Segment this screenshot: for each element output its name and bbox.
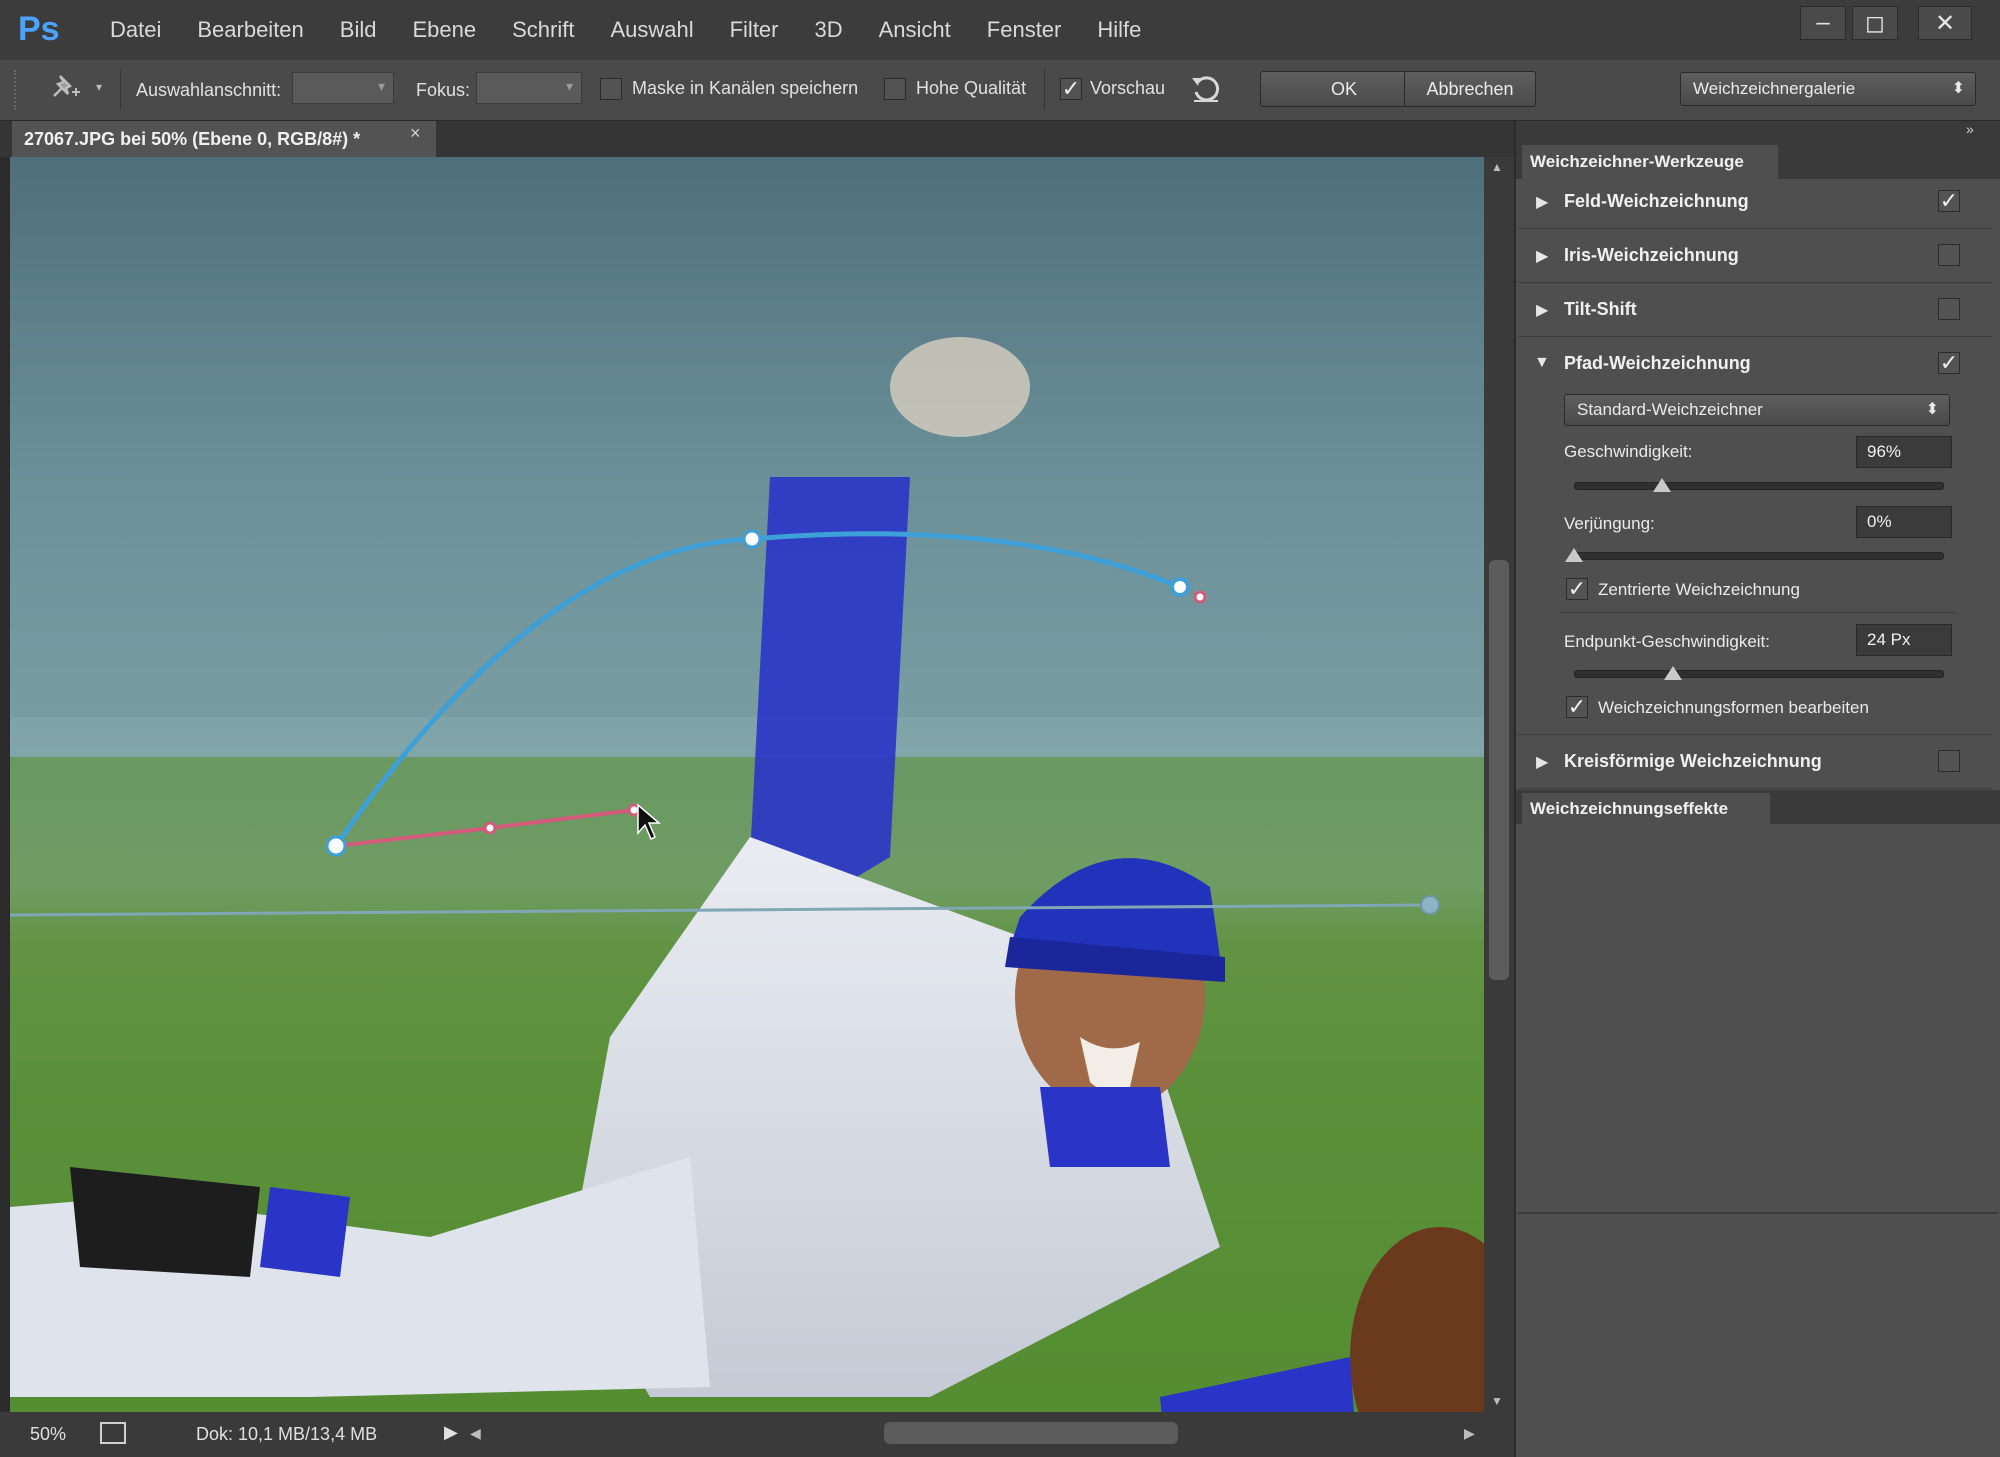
- scroll-left-icon[interactable]: ◀: [470, 1425, 481, 1442]
- tool-label: Iris-Weichzeichnung: [1564, 245, 1739, 265]
- path-blur-checkbox[interactable]: ✓: [1938, 350, 1960, 375]
- menu-ebene[interactable]: Ebene: [394, 0, 494, 60]
- tool-row-tilt-shift[interactable]: ▶ Tilt-Shift: [1518, 284, 1992, 337]
- endpoint-speed-label: Endpunkt-Geschwindigkeit:: [1564, 632, 1771, 651]
- divider: [120, 70, 121, 110]
- mask-label: Maske in Kanälen speichern: [632, 78, 859, 98]
- tool-row-iris-blur[interactable]: ▶ Iris-Weichzeichnung: [1518, 230, 1992, 283]
- menu-filter[interactable]: Filter: [712, 0, 797, 60]
- menu-datei[interactable]: Datei: [92, 0, 179, 60]
- expand-triangle-icon[interactable]: ▶: [1536, 192, 1548, 212]
- iris-blur-checkbox[interactable]: [1938, 244, 1960, 266]
- minimize-button[interactable]: –: [1800, 6, 1846, 40]
- mask-checkbox[interactable]: [600, 78, 622, 100]
- menu-auswahl[interactable]: Auswahl: [592, 0, 711, 60]
- spin-blur-checkbox[interactable]: [1938, 750, 1960, 772]
- scroll-right-icon[interactable]: ▶: [1464, 1425, 1475, 1442]
- pin-icon[interactable]: [44, 68, 84, 108]
- tool-preset-chevron-icon[interactable]: ▾: [96, 80, 102, 94]
- speed-label: Geschwindigkeit:: [1564, 442, 1693, 461]
- panel-top-strip: [1516, 121, 2000, 145]
- workspace-select[interactable]: Weichzeichnergalerie ⬍: [1680, 72, 1976, 106]
- expand-triangle-icon[interactable]: ▶: [1536, 752, 1548, 772]
- effects-header-tab[interactable]: Weichzeichnungseffekte: [1522, 793, 1770, 827]
- edit-shapes-checkbox[interactable]: ✓: [1566, 694, 1588, 719]
- selection-dropdown[interactable]: ▾: [292, 72, 394, 104]
- updown-arrows-icon: ⬍: [1925, 401, 1939, 418]
- tool-label: Feld-Weichzeichnung: [1564, 191, 1749, 211]
- expand-triangle-icon[interactable]: ▶: [1536, 246, 1548, 266]
- app-logo: Ps: [18, 10, 60, 48]
- tilt-shift-checkbox[interactable]: [1938, 298, 1960, 320]
- document-title: 27067.JPG bei 50% (Ebene 0, RGB/8#) *: [24, 128, 361, 149]
- toolbar-grip[interactable]: [14, 70, 20, 110]
- blur-mode-select[interactable]: Standard-Weichzeichner ⬍: [1564, 394, 1950, 426]
- speed-field[interactable]: 96%: [1856, 436, 1952, 468]
- focus-dropdown[interactable]: ▾: [476, 72, 582, 104]
- main-menu: Datei Bearbeiten Bild Ebene Schrift Ausw…: [92, 0, 1159, 60]
- document-tab[interactable]: 27067.JPG bei 50% (Ebene 0, RGB/8#) *: [12, 121, 436, 157]
- endpoint-speed-field[interactable]: 24 Px: [1856, 624, 1952, 656]
- taper-slider-handle[interactable]: [1565, 548, 1583, 562]
- speed-slider-handle[interactable]: [1653, 478, 1672, 492]
- tool-row-spin-blur[interactable]: ▶ Kreisförmige Weichzeichnung: [1518, 736, 1992, 789]
- taper-slider-track[interactable]: [1574, 552, 1944, 560]
- tools-header-tab[interactable]: Weichzeichner-Werkzeuge: [1522, 145, 1778, 179]
- tool-row-field-blur[interactable]: ▶ Feld-Weichzeichnung ✓: [1518, 176, 1992, 229]
- ok-button[interactable]: OK: [1260, 71, 1428, 107]
- preview-checkbox[interactable]: ✓: [1060, 76, 1082, 101]
- tool-row-path-blur[interactable]: ▼ Pfad-Weichzeichnung ✓: [1518, 338, 1992, 390]
- field-blur-checkbox[interactable]: ✓: [1938, 188, 1960, 213]
- image-canvas[interactable]: [10, 157, 1484, 1412]
- taper-label: Verjüngung:: [1564, 514, 1655, 533]
- close-window-button[interactable]: ✕: [1918, 6, 1972, 40]
- cancel-button[interactable]: Abbrechen: [1404, 71, 1536, 107]
- blur-mode-value: Standard-Weichzeichner: [1577, 400, 1763, 419]
- menu-hilfe[interactable]: Hilfe: [1079, 0, 1159, 60]
- workspace-select-value: Weichzeichnergalerie: [1693, 79, 1856, 98]
- divider: [1518, 1212, 1998, 1214]
- menu-bild[interactable]: Bild: [322, 0, 395, 60]
- status-menu-arrow-icon[interactable]: ▶: [444, 1422, 458, 1443]
- zoom-level[interactable]: 50%: [30, 1412, 66, 1457]
- centered-blur-label: Zentrierte Weichzeichnung: [1598, 580, 1800, 599]
- expand-triangle-icon[interactable]: ▶: [1536, 300, 1548, 320]
- tool-label: Tilt-Shift: [1564, 299, 1637, 319]
- updown-arrows-icon: ⬍: [1951, 80, 1965, 97]
- quality-label: Hohe Qualität: [916, 78, 1027, 98]
- quality-checkbox[interactable]: [884, 78, 906, 100]
- divider: [1518, 734, 1992, 735]
- menu-schrift[interactable]: Schrift: [494, 0, 592, 60]
- speed-slider-track[interactable]: [1574, 482, 1944, 490]
- maximize-button[interactable]: ◻: [1852, 6, 1898, 40]
- focus-label: Fokus:: [416, 80, 471, 100]
- close-icon[interactable]: ×: [410, 123, 421, 144]
- export-icon[interactable]: [100, 1422, 126, 1444]
- centered-blur-checkbox[interactable]: ✓: [1566, 576, 1588, 601]
- menu-bearbeiten[interactable]: Bearbeiten: [179, 0, 321, 60]
- vertical-scroll-thumb[interactable]: [1489, 560, 1509, 980]
- taper-field[interactable]: 0%: [1856, 506, 1952, 538]
- edit-shapes-label: Weichzeichnungsformen bearbeiten: [1598, 698, 1869, 717]
- tool-label: Pfad-Weichzeichnung: [1564, 353, 1751, 373]
- chevron-down-icon: ▾: [565, 78, 573, 94]
- collapse-triangle-icon[interactable]: ▼: [1534, 354, 1550, 372]
- scroll-down-icon[interactable]: ▼: [1491, 1394, 1503, 1408]
- divider: [1560, 612, 1956, 613]
- horizontal-scroll-thumb[interactable]: [884, 1422, 1178, 1444]
- endpoint-slider-handle[interactable]: [1664, 666, 1683, 680]
- menu-ansicht[interactable]: Ansicht: [861, 0, 969, 60]
- doc-info: Dok: 10,1 MB/13,4 MB: [196, 1424, 378, 1444]
- scroll-up-icon[interactable]: ▲: [1491, 160, 1503, 174]
- endpoint-slider-track[interactable]: [1574, 670, 1944, 678]
- divider: [1044, 70, 1045, 110]
- menu-3d[interactable]: 3D: [797, 0, 861, 60]
- chevron-down-icon: ▾: [377, 78, 385, 94]
- reset-pins-icon[interactable]: [1186, 68, 1226, 108]
- preview-label: Vorschau: [1090, 78, 1166, 98]
- selection-label: Auswahlanschnitt:: [136, 80, 282, 100]
- tool-label: Kreisförmige Weichzeichnung: [1564, 751, 1822, 771]
- collapse-panel-icon[interactable]: »: [1966, 121, 1974, 137]
- menu-fenster[interactable]: Fenster: [969, 0, 1080, 60]
